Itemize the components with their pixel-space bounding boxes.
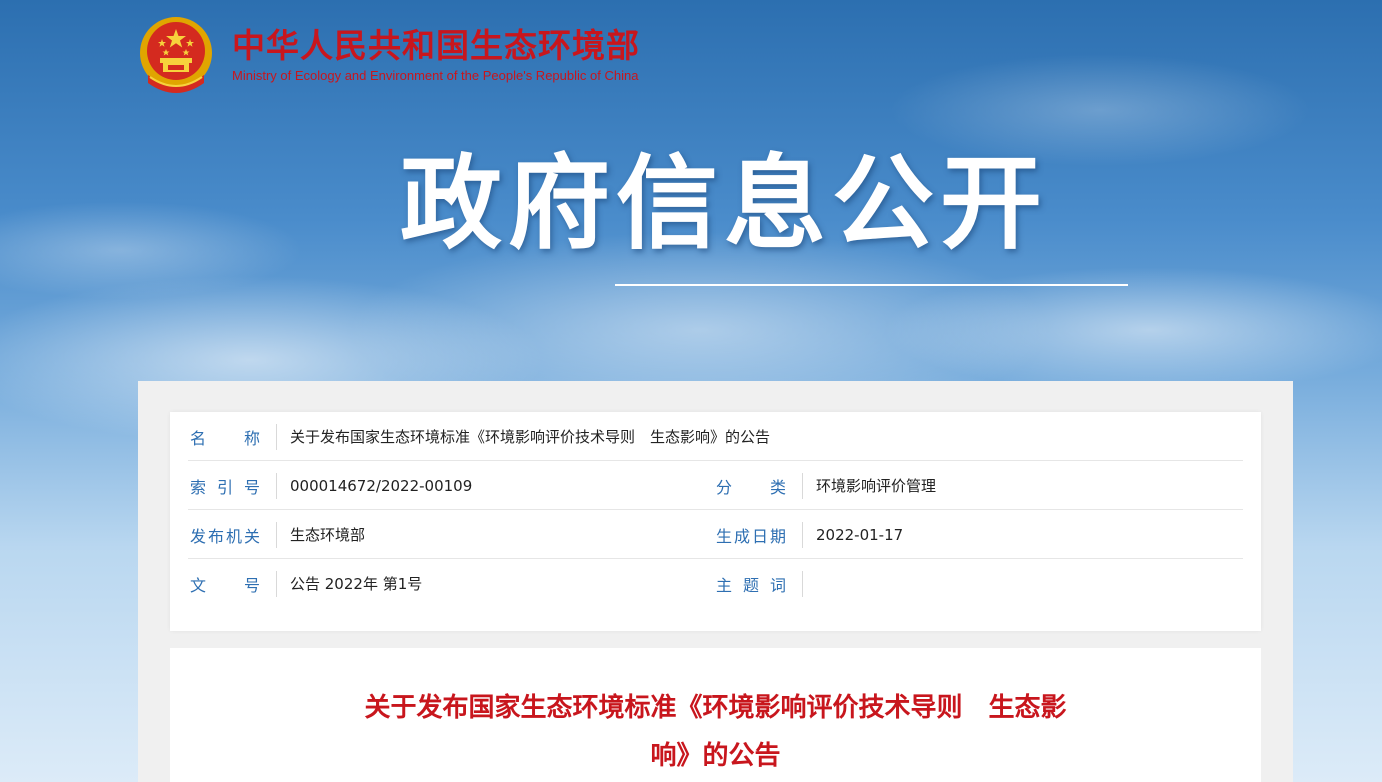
docno-label: 文号 [190, 575, 260, 595]
site-name: 中华人民共和国生态环境部 Ministry of Ecology and Env… [232, 26, 640, 84]
document-body: 关于发布国家生态环境标准《环境影响评价技术导则 生态影 响》的公告 [170, 648, 1261, 782]
date-value: 2022-01-17 [816, 525, 904, 544]
docno-value: 公告 2022年 第1号 [290, 575, 423, 593]
keywords-label: 主题词 [716, 575, 786, 595]
document-title-line-2: 响》的公告 [650, 741, 781, 771]
site-name-english: Ministry of Ecology and Environment of t… [232, 68, 639, 83]
divider [802, 521, 803, 548]
divider [276, 570, 277, 597]
issuer-value: 生态环境部 [290, 526, 366, 544]
issuer-label: 发布机关 [190, 526, 260, 546]
index-value: 000014672/2022-00109 [290, 476, 473, 495]
name-value: 关于发布国家生态环境标准《环境影响评价技术导则 生态影响》的公告 [290, 428, 771, 446]
divider [276, 521, 277, 548]
divider [802, 570, 803, 597]
name-label: 名称 [190, 428, 260, 448]
info-row-name: 名称 关于发布国家生态环境标准《环境影响评价技术导则 生态影响》的公告 [188, 412, 1243, 461]
category-value: 环境影响评价管理 [816, 477, 937, 495]
banner-title: 政府信息公开 [400, 145, 1048, 264]
info-row-docno: 文号 公告 2022年 第1号 主题词 [188, 559, 1243, 608]
info-row-issuer: 发布机关 生态环境部 生成日期 2022-01-17 [188, 510, 1243, 559]
site-header[interactable]: 中华人民共和国生态环境部 Ministry of Ecology and Env… [138, 14, 640, 96]
content-panel: 名称 关于发布国家生态环境标准《环境影响评价技术导则 生态影响》的公告 索引号 … [138, 381, 1293, 782]
document-title-line-1: 关于发布国家生态环境标准《环境影响评价技术导则 生态影 [364, 693, 1067, 723]
site-name-chinese: 中华人民共和国生态环境部 [232, 26, 640, 65]
info-row-index: 索引号 000014672/2022-00109 分类 环境影响评价管理 [188, 461, 1243, 510]
document-title: 关于发布国家生态环境标准《环境影响评价技术导则 生态影 响》的公告 [310, 684, 1121, 780]
document-info-table: 名称 关于发布国家生态环境标准《环境影响评价技术导则 生态影响》的公告 索引号 … [170, 412, 1261, 631]
national-emblem-icon [138, 15, 214, 95]
date-label: 生成日期 [716, 526, 786, 546]
divider [802, 472, 803, 499]
divider [276, 423, 277, 450]
index-label: 索引号 [190, 477, 260, 497]
divider [276, 472, 277, 499]
category-label: 分类 [716, 477, 786, 497]
banner-underline [615, 284, 1128, 286]
